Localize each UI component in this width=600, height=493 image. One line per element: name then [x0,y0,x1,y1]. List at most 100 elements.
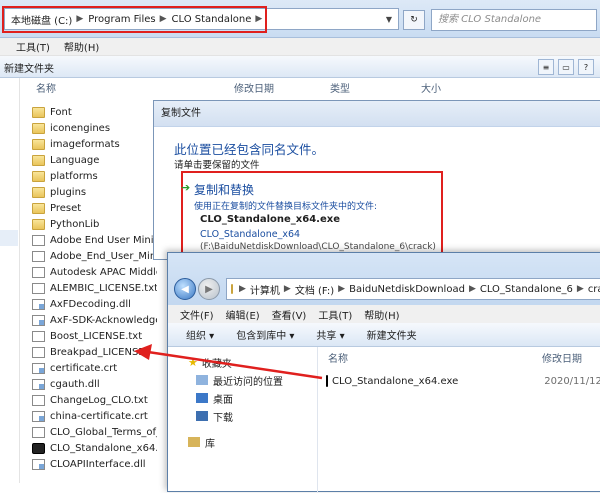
file-name: iconengines [50,122,111,134]
breadcrumb-separator-icon[interactable]: ▶ [284,284,291,294]
file-row-clo-exe[interactable]: CLO_Standalone_x64.exe 2020/11/12 1:44 [326,373,600,389]
include-in-library-button[interactable]: 包含到库中 ▾ [236,327,294,342]
nav-item-desktop[interactable]: 桌面 [168,389,317,407]
list-item[interactable]: plugins [32,184,157,200]
share-button[interactable]: 共享 ▾ [316,327,344,342]
dll-icon [32,410,45,422]
copy-file-dialog: 复制文件 此位置已经包含同名文件。 请单击要保留的文件 ➔ 复制和替换 使用正在… [153,100,600,260]
view-options-icon[interactable]: ≡ [538,59,554,75]
nav-pane-item[interactable] [0,230,18,246]
menu-edit[interactable]: 编辑(E) [226,307,260,322]
recent-icon [196,375,208,385]
list-item[interactable]: CLOAPIInterface.dll [32,456,157,472]
list-item[interactable]: Breakpad_LICENSE [32,344,157,360]
list-item[interactable]: Boost_LICENSE.txt [32,328,157,344]
file-name: Preset [50,202,82,214]
file-name: platforms [50,170,98,182]
breadcrumb-separator-icon[interactable]: ▶ [239,284,246,294]
column-header-name[interactable]: 名称 [328,350,348,365]
new-folder-button[interactable]: 新建文件夹 [367,327,417,342]
list-item[interactable]: imageformats [32,136,157,152]
list-item[interactable]: ALEMBIC_LICENSE.txt [32,280,157,296]
menu-view[interactable]: 查看(V) [272,307,307,322]
list-item[interactable]: Autodesk APAC Middle [32,264,157,280]
file-date: 2020/11/12 1:44 [544,375,600,387]
list-item[interactable]: cgauth.dll [32,376,157,392]
nav-item-recent[interactable]: 最近访问的位置 [168,371,317,389]
list-item[interactable]: CLO_Global_Terms_of_S [32,424,157,440]
column-header-date[interactable]: 修改日期 [542,350,582,365]
nav-item-downloads[interactable]: 下载 [168,407,317,425]
menu-help[interactable]: 帮助(H) [64,39,99,54]
dll-icon [32,314,45,326]
folder-icon [32,186,45,198]
list-item[interactable]: Language [32,152,157,168]
dll-icon [32,362,45,374]
column-header-name[interactable]: 名称 [36,80,56,96]
new-folder-button[interactable]: 新建文件夹 [4,60,54,75]
file-name: PythonLib [50,218,100,230]
list-item[interactable]: certificate.crt [32,360,157,376]
foreground-address-bar[interactable]: ▶ 计算机 ▶ 文档 (F:) ▶ BaiduNetdiskDownload ▶… [226,278,600,300]
copy-file-link[interactable]: CLO_Standalone_x64 [200,229,300,240]
list-item[interactable]: iconengines [32,120,157,136]
exe-icon [326,375,328,387]
menu-tools[interactable]: 工具(T) [16,39,50,54]
dll-icon [32,458,45,470]
breadcrumb-baidu[interactable]: BaiduNetdiskDownload [349,284,465,295]
doc-icon [32,250,45,262]
list-item[interactable]: china-certificate.crt [32,408,157,424]
forward-icon[interactable]: ▶ [198,278,220,300]
refresh-icon[interactable]: ↻ [403,10,425,30]
list-item[interactable]: Adobe End User Minim [32,232,157,248]
file-name: Language [50,154,100,166]
list-item[interactable]: platforms [32,168,157,184]
column-header-date[interactable]: 修改日期 [234,80,274,96]
breadcrumb-computer[interactable]: 计算机 [250,282,280,297]
breadcrumb-separator-icon[interactable]: ▶ [577,284,584,294]
list-item[interactable]: ChangeLog_CLO.txt [32,392,157,408]
breadcrumb-clo6[interactable]: CLO_Standalone_6 [480,284,573,295]
list-item[interactable]: AxF-SDK-Acknowledger [32,312,157,328]
arrow-right-icon[interactable]: ➔ [181,181,190,194]
list-item[interactable]: Font [32,104,157,120]
menu-tools[interactable]: 工具(T) [318,307,352,322]
file-name: CLO_Standalone_x64.ex [50,442,157,454]
file-name: cgauth.dll [50,378,100,390]
list-item[interactable]: PythonLib [32,216,157,232]
list-item[interactable]: Adobe_End_User_Minim [32,248,157,264]
breadcrumb-crack[interactable]: crack [588,284,600,295]
list-item[interactable]: Preset [32,200,157,216]
file-name: certificate.crt [50,362,118,374]
nav-item-favorites[interactable]: ★ 收藏夹 [168,353,317,371]
list-item[interactable]: AxFDecoding.dll [32,296,157,312]
copy-file-path: (F:\BaiduNetdiskDownload\CLO_Standalone_… [200,242,436,252]
breadcrumb-separator-icon[interactable]: ▶ [469,284,476,294]
copy-file-name[interactable]: CLO_Standalone_x64.exe [200,214,340,225]
download-icon [196,411,208,421]
foreground-toolbar: 组织 ▾ 包含到库中 ▾ 共享 ▾ 新建文件夹 [168,323,600,347]
back-icon[interactable]: ◀ [174,278,196,300]
list-item[interactable]: CLO_Standalone_x64.ex [32,440,157,456]
menu-file[interactable]: 文件(F) [180,307,214,322]
column-header-size[interactable]: 大小 [421,80,441,96]
chevron-down-icon[interactable]: ▼ [380,8,398,30]
file-name: Adobe End User Minim [50,234,157,246]
exe-icon [32,442,45,454]
organize-button[interactable]: 组织 ▾ [186,327,214,342]
folder-icon [32,218,45,230]
navigation-pane [0,78,20,483]
doc-icon [32,266,45,278]
dialog-heading: 此位置已经包含同名文件。 [174,142,325,157]
preview-pane-icon[interactable]: ▭ [558,59,574,75]
help-icon[interactable]: ? [578,59,594,75]
copy-and-replace-description[interactable]: 使用正在复制的文件替换目标文件夹中的文件: [194,199,377,212]
copy-and-replace-option[interactable]: 复制和替换 [194,181,254,198]
menu-help[interactable]: 帮助(H) [364,307,399,322]
desktop-icon [196,393,208,403]
breadcrumb-separator-icon[interactable]: ▶ [338,284,345,294]
nav-item-library[interactable]: 库 [168,433,317,451]
search-input[interactable]: 搜索 CLO Standalone [431,9,597,31]
column-header-type[interactable]: 类型 [330,80,350,96]
breadcrumb-drive-f[interactable]: 文档 (F:) [295,282,334,297]
